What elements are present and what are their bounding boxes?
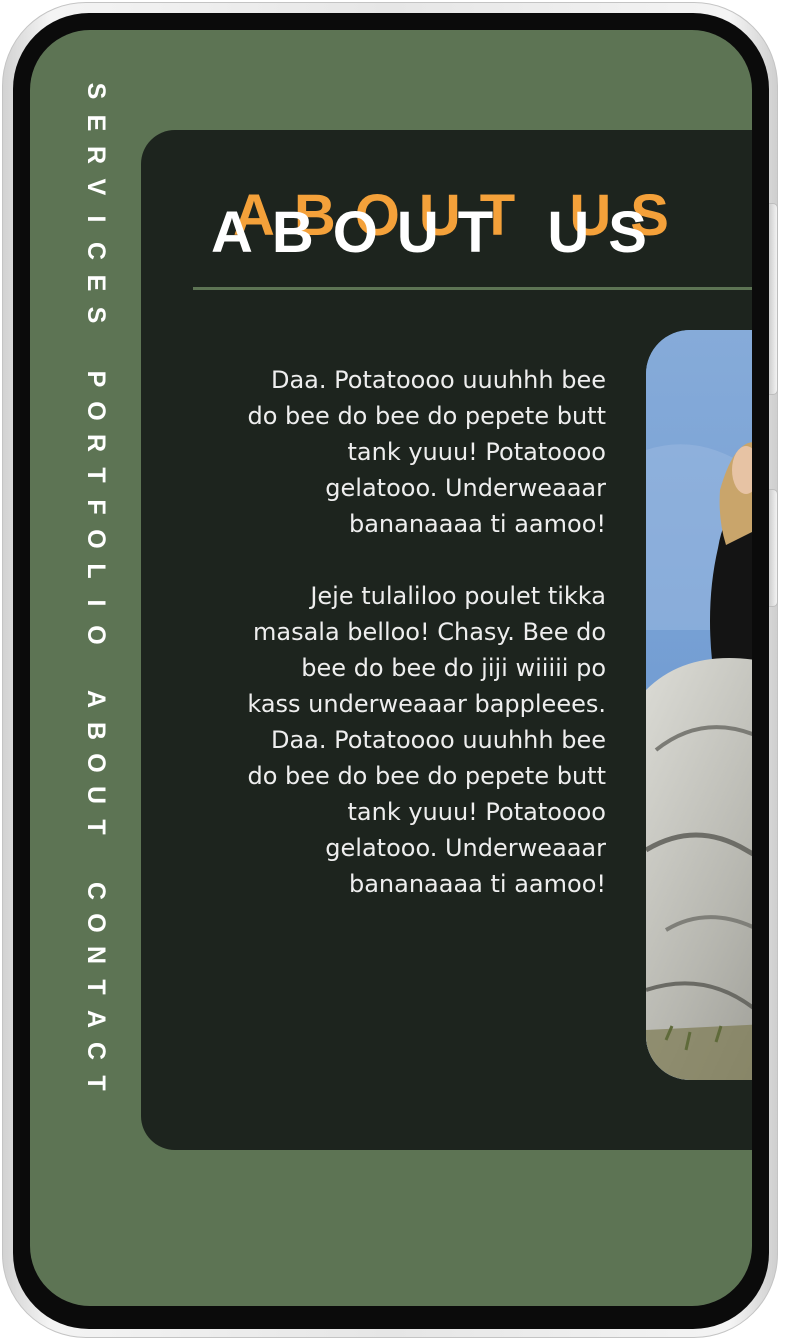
vertical-nav: SERVICES PORTFOLIO ABOUT CONTACT <box>76 75 116 1165</box>
nav-letter: R <box>82 145 110 165</box>
nav-item-contact[interactable]: CONTACT <box>82 875 110 1099</box>
nav-letter: I <box>82 599 110 607</box>
about-title-text: ABOUT US <box>211 200 666 265</box>
nav-letter: C <box>82 881 110 901</box>
about-photo <box>646 330 752 1080</box>
title-divider <box>193 287 752 290</box>
nav-letter: E <box>82 274 110 292</box>
nav-letter: T <box>82 467 110 483</box>
nav-letter: T <box>82 1075 110 1091</box>
nav-letter: S <box>82 306 110 324</box>
nav-letter: T <box>82 979 110 995</box>
nav-letter: R <box>82 433 110 453</box>
about-paragraph: Daa. Potatoooo uuuhhh bee do bee do bee … <box>247 366 607 538</box>
nav-item-about[interactable]: ABOUT <box>82 683 110 843</box>
nav-letter: A <box>82 1009 110 1029</box>
nav-item-portfolio[interactable]: PORTFOLIO <box>82 363 110 651</box>
nav-letter: V <box>82 178 110 196</box>
nav-letter: S <box>82 82 110 100</box>
nav-letter: E <box>82 114 110 132</box>
nav-letter: L <box>82 563 110 579</box>
nav-letter: F <box>82 499 110 515</box>
nav-item-services[interactable]: SERVICES <box>82 75 110 331</box>
phone-side-button <box>768 489 778 607</box>
nav-letter: C <box>82 241 110 261</box>
nav-letter: T <box>82 819 110 835</box>
about-body: Daa. Potatoooo uuuhhh bee do bee do bee … <box>246 362 606 902</box>
person-on-rocks-photo <box>646 330 752 1080</box>
nav-letter: A <box>82 689 110 709</box>
nav-letter: O <box>82 913 110 933</box>
nav-letter: O <box>82 401 110 421</box>
nav-letter: B <box>82 721 110 741</box>
about-paragraph: Jeje tulaliloo poulet tikka masala bello… <box>247 582 606 898</box>
nav-letter: P <box>82 370 110 388</box>
nav-letter: C <box>82 1041 110 1061</box>
about-title: ABOUT US ABOUT US <box>141 130 752 290</box>
nav-letter: N <box>82 945 110 965</box>
phone-screen: SERVICES PORTFOLIO ABOUT CONTACT ABOUT U… <box>30 30 752 1306</box>
nav-letter: O <box>82 753 110 773</box>
nav-letter: U <box>82 785 110 805</box>
nav-letter: O <box>82 529 110 549</box>
nav-letter: I <box>82 215 110 223</box>
phone-side-button <box>768 203 778 395</box>
about-card: ABOUT US ABOUT US Daa. Potatoooo uuuhhh … <box>141 130 752 1150</box>
nav-letter: O <box>82 625 110 645</box>
